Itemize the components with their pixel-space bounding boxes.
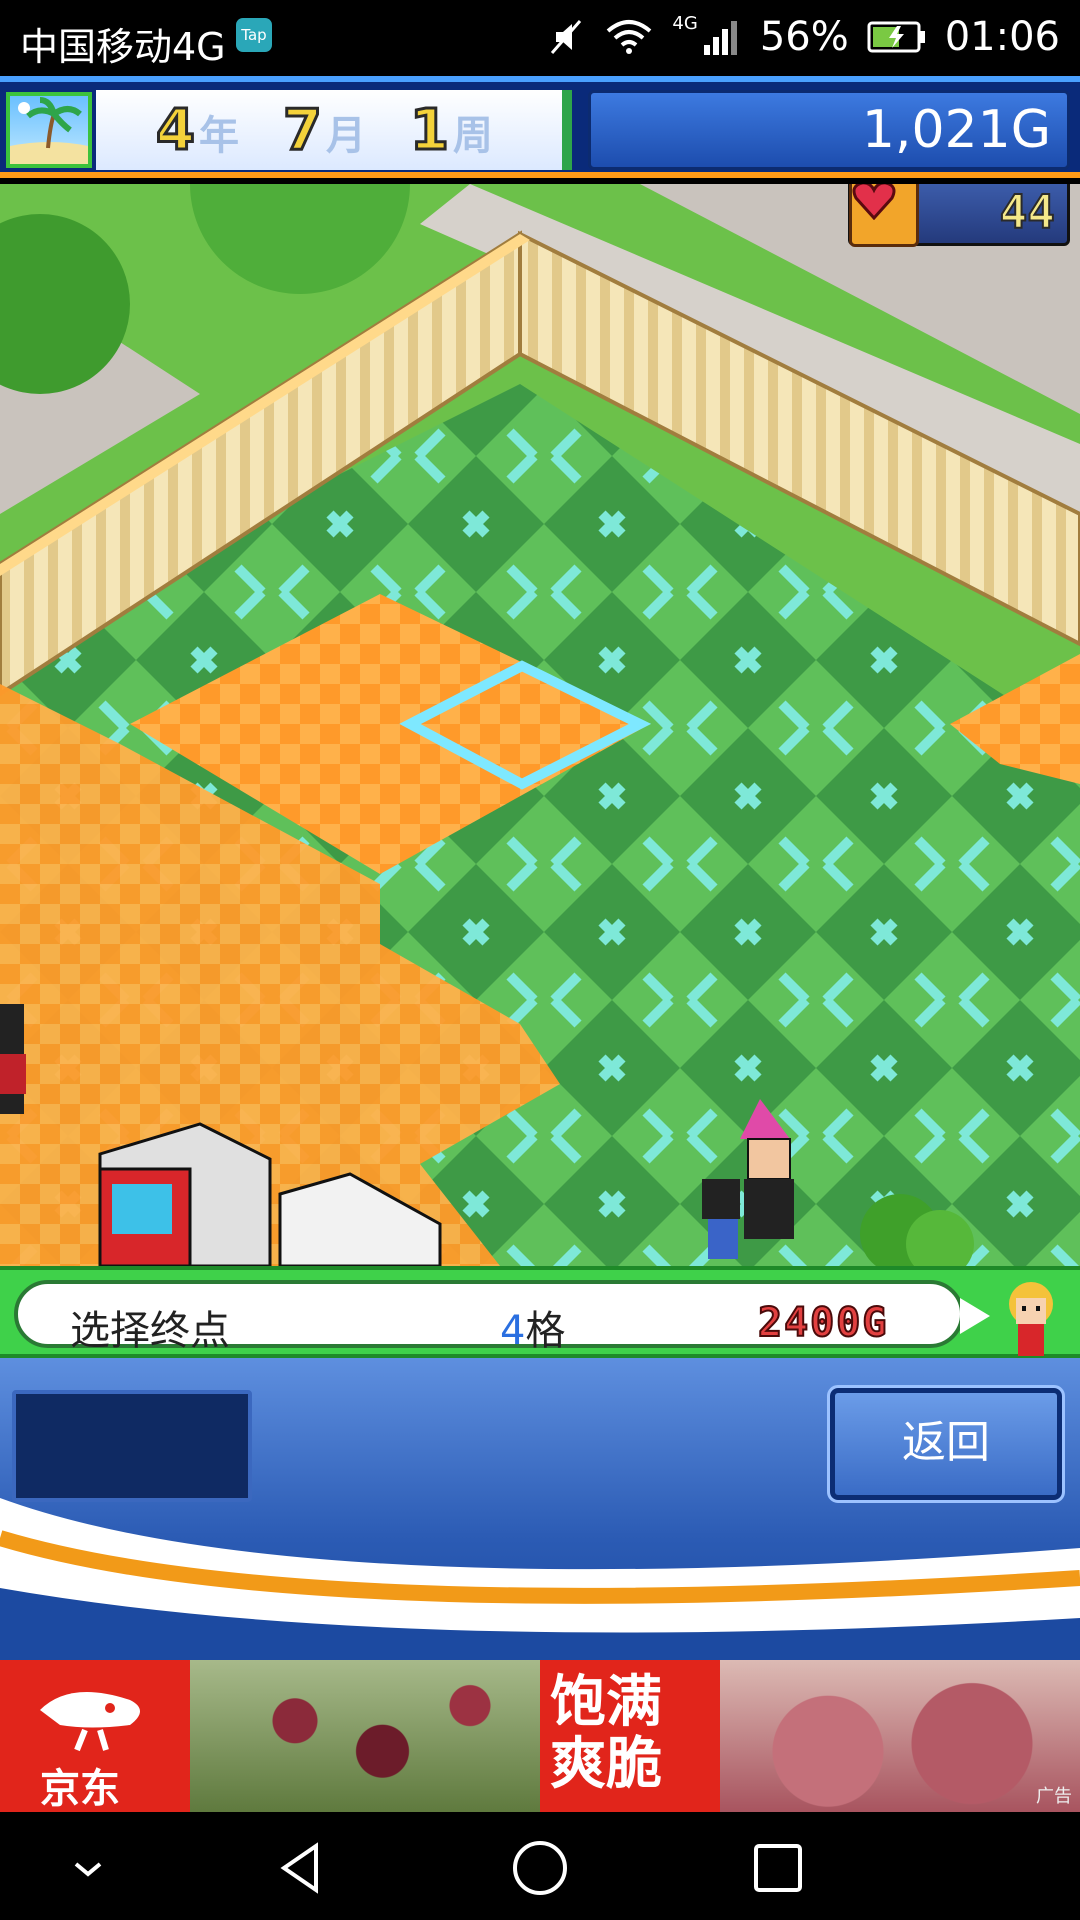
popularity-meter: 44 (848, 184, 1070, 247)
month-group: 7 月 (281, 96, 366, 164)
tile-count: 4格 (500, 1298, 565, 1356)
date-display: 4 年 7 月 1 周 (96, 90, 572, 170)
signal-icon (703, 21, 737, 55)
heart-icon (849, 184, 919, 247)
tile-count-unit: 格 (525, 1308, 566, 1354)
jd-dog-icon (40, 1692, 140, 1752)
info-bar: 选择终点 4格 2400G (0, 1266, 1080, 1358)
ad-slogan-line1: 饱满 (550, 1670, 662, 1735)
wifi-icon (607, 20, 652, 54)
jd-logo: 京东 (0, 1660, 190, 1812)
popularity-value: 44 (999, 184, 1056, 240)
control-panel: 返回 (0, 1358, 1080, 1660)
game-map[interactable]: 44 (0, 184, 1080, 1266)
network-type: 4G (672, 12, 698, 34)
month-number: 7 (281, 96, 323, 164)
customer-character-left (0, 1004, 26, 1114)
status-icons: 4G 56% 01:06 (546, 12, 1060, 60)
battery-percent: 56% (759, 14, 849, 60)
clock: 01:06 (944, 14, 1060, 60)
season-icon[interactable] (6, 92, 92, 168)
back-triangle-icon[interactable] (272, 1838, 332, 1898)
ad-grapes-image (190, 1660, 540, 1812)
ad-brand: 京东 (40, 1766, 120, 1812)
month-unit: 月 (325, 112, 366, 159)
system-nav-bar (0, 1812, 1080, 1920)
money-display: 1,021G (588, 90, 1070, 170)
tile-count-number: 4 (500, 1308, 526, 1354)
ad-slogan-line2: 爽脆 (550, 1732, 662, 1797)
tap-app-icon: Tap (236, 18, 272, 52)
recents-square-icon[interactable] (748, 1838, 808, 1898)
home-circle-icon[interactable] (510, 1838, 570, 1898)
prompt-bubble: 选择终点 4格 2400G (14, 1280, 990, 1354)
year-unit: 年 (198, 112, 239, 159)
week-group: 1 周 (408, 96, 493, 164)
year-number: 4 (155, 96, 197, 164)
status-bar: 中国移动4G Tap 4G 56% 01:06 (0, 0, 1080, 76)
week-unit: 周 (452, 112, 493, 159)
ad-grapes-closeup-image (720, 1660, 1080, 1812)
prompt-label: 选择终点 (70, 1308, 230, 1354)
ad-tag: 广告 (1036, 1786, 1072, 1807)
build-cost: 2400G (757, 1299, 889, 1347)
panel-wave-decoration (0, 1498, 1080, 1658)
ad-banner[interactable]: 京东 饱满 爽脆 广告 (0, 1660, 1080, 1812)
carrier-label: 中国移动4G (20, 25, 226, 69)
vending-machine (98, 1122, 272, 1266)
ad-slogan: 饱满 爽脆 (540, 1660, 730, 1812)
battery-charging-icon (867, 21, 925, 53)
year-group: 4 年 (155, 96, 239, 164)
assistant-avatar-icon (1009, 1282, 1053, 1356)
top-hud: 4 年 7 月 1 周 1,021G (0, 76, 1080, 178)
item-slot[interactable] (12, 1390, 252, 1502)
map-canvas[interactable] (0, 184, 1080, 1266)
back-button[interactable]: 返回 (827, 1385, 1065, 1503)
mute-icon (551, 20, 582, 54)
beach-icon (10, 97, 88, 164)
collapse-chevron-icon[interactable] (58, 1838, 118, 1898)
week-number: 1 (408, 96, 450, 164)
